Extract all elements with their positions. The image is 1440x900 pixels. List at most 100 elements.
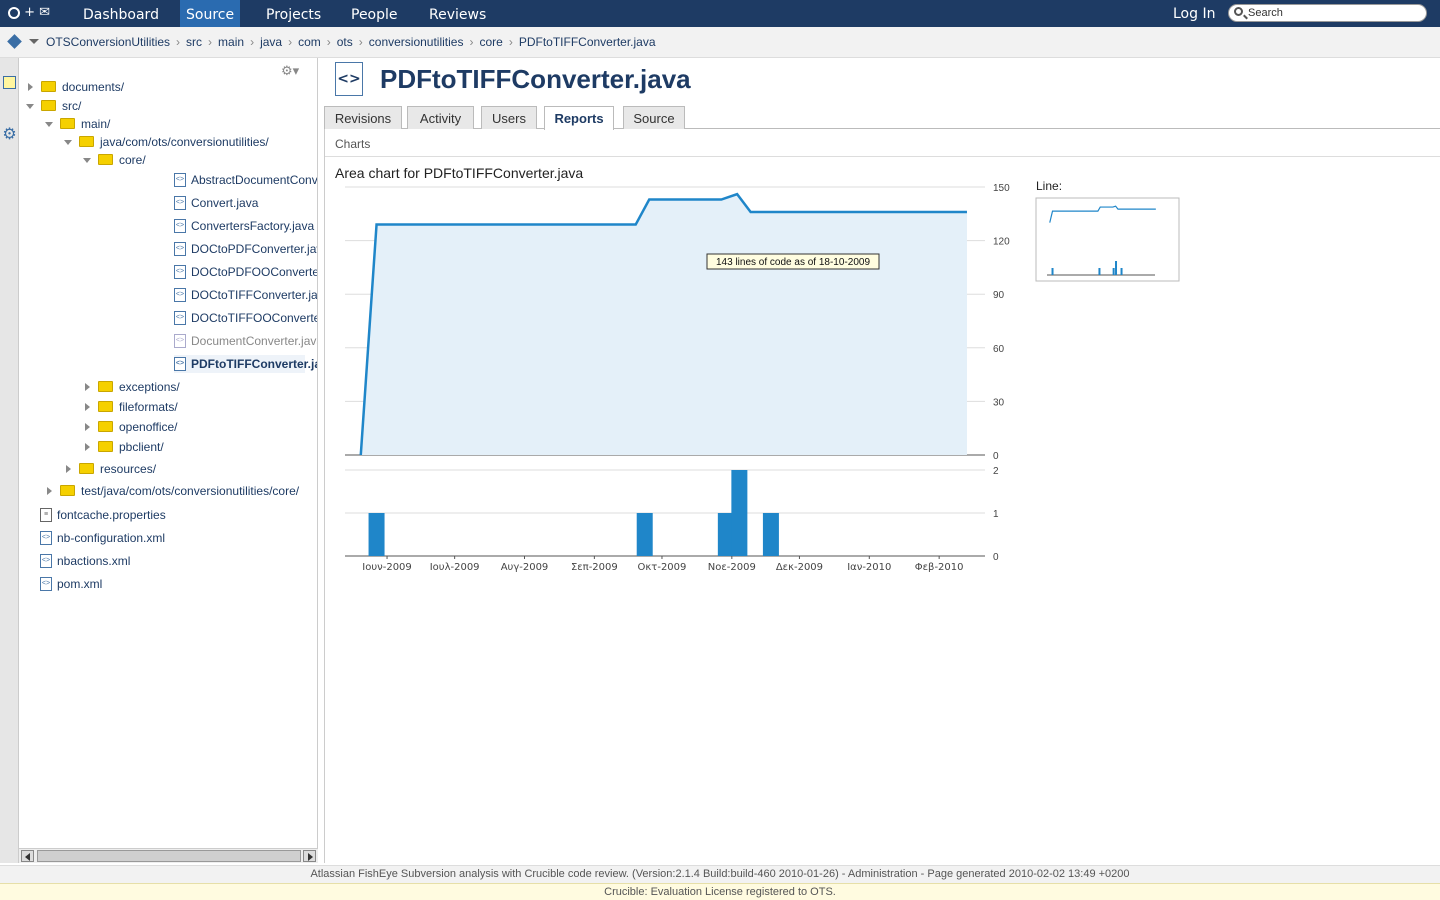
tab-reports[interactable]: Reports <box>544 106 614 130</box>
breadcrumb-item[interactable]: conversionutilities <box>369 35 464 49</box>
breadcrumb-item[interactable]: main <box>218 35 244 49</box>
tree-item-label: documents/ <box>62 80 125 94</box>
source-file-icon: <> <box>40 530 52 545</box>
x-tick-label: Ιουν-2009 <box>362 562 412 573</box>
expand-icon[interactable] <box>83 402 93 412</box>
expand-icon[interactable] <box>26 82 36 92</box>
expand-icon[interactable] <box>83 422 93 432</box>
tree-file[interactable]: <> pom.xml <box>40 575 102 593</box>
lines-of-code-chart[interactable]: 0306090120150143 lines of code as of 18-… <box>325 129 1440 689</box>
tab-source[interactable]: Source <box>623 106 685 129</box>
expand-icon[interactable] <box>64 464 74 474</box>
folder-icon <box>98 401 113 413</box>
tab-users[interactable]: Users <box>481 106 537 129</box>
collapse-icon[interactable] <box>83 155 93 165</box>
scroll-right-icon[interactable] <box>303 850 316 862</box>
tree-folder[interactable]: test/java/com/ots/conversionutilities/co… <box>45 482 299 500</box>
tree-file[interactable]: <> PDFtoTIFFConverter.java <box>174 355 317 373</box>
tree-item-label: DocumentConverter.java <box>191 334 318 348</box>
search-input[interactable] <box>1248 6 1418 20</box>
tree-options-gear-icon[interactable]: ⚙▾ <box>281 64 303 79</box>
tree-folder[interactable]: src/ <box>26 97 81 115</box>
tree-item-label: ConvertersFactory.java <box>191 219 315 233</box>
tree-folder[interactable]: openoffice/ <box>83 418 178 436</box>
tree-folder[interactable]: documents/ <box>26 78 124 96</box>
tree-folder[interactable]: fileformats/ <box>83 398 178 416</box>
tree-folder[interactable]: exceptions/ <box>83 378 180 396</box>
settings-gear-icon[interactable]: ⚙ <box>1 124 18 145</box>
tree-file[interactable]: <> DOCtoPDFOOConverter.java <box>174 263 317 281</box>
footer-info: Atlassian FishEye Subversion analysis wi… <box>0 865 1440 883</box>
breadcrumb-item[interactable]: core <box>479 35 502 49</box>
nav-reviews[interactable]: Reviews <box>423 0 492 27</box>
tree-file[interactable]: ≡ fontcache.properties <box>40 506 166 524</box>
thumbnail-bar <box>1112 268 1115 275</box>
folder-icon <box>60 118 75 130</box>
repository-dropdown-icon[interactable] <box>29 39 39 44</box>
thumbnail-bar <box>1098 268 1101 275</box>
source-file-icon: <> <box>174 218 186 233</box>
thumbnail-bar <box>1051 268 1054 275</box>
scroll-thumb[interactable] <box>37 850 301 862</box>
source-file-icon: <> <box>174 310 186 325</box>
folder-icon <box>98 381 113 393</box>
tree-file[interactable]: <> DOCtoPDFConverter.java <box>174 240 318 258</box>
tree-folder[interactable]: core/ <box>83 151 146 169</box>
page-title: PDFtoTIFFConverter.java <box>380 64 691 94</box>
breadcrumb-item[interactable]: java <box>260 35 282 49</box>
tree-file[interactable]: <> DOCtoTIFFOOConverter.java <box>174 309 317 327</box>
breadcrumb-item[interactable]: OTSConversionUtilities <box>46 35 170 49</box>
tree-item-label: DOCtoPDFConverter.java <box>191 242 318 256</box>
y-tick-label: 1 <box>993 509 999 520</box>
tree-folder[interactable]: resources/ <box>64 460 156 478</box>
nav-projects[interactable]: Projects <box>260 0 327 27</box>
tree-item-label: core/ <box>119 153 146 167</box>
breadcrumb-item[interactable]: ots <box>337 35 353 49</box>
breadcrumb-current[interactable]: PDFtoTIFFConverter.java <box>519 35 656 49</box>
collapse-icon[interactable] <box>64 137 74 147</box>
y-tick-label: 120 <box>993 237 1010 248</box>
tree-file[interactable]: <> AbstractDocumentConverter.java <box>174 171 317 189</box>
tree-item-label: fileformats/ <box>119 400 178 414</box>
tree-item-label: pom.xml <box>57 577 103 591</box>
nav-dashboard[interactable]: Dashboard <box>77 0 165 27</box>
tree-item-label: DOCtoTIFFConverter.java <box>191 288 318 302</box>
tree-file[interactable]: <> ConvertersFactory.java <box>174 217 314 235</box>
y-tick-label: 90 <box>993 290 1005 301</box>
tree-file[interactable]: <> nb-configuration.xml <box>40 529 165 547</box>
collapse-icon[interactable] <box>26 101 36 111</box>
folder-icon <box>79 463 94 475</box>
tab-revisions[interactable]: Revisions <box>324 106 402 129</box>
nav-source[interactable]: Source <box>180 0 241 27</box>
breadcrumb-item[interactable]: src <box>186 35 202 49</box>
source-file-icon: <> <box>174 241 186 256</box>
tree-file[interactable]: <> nbactions.xml <box>40 552 130 570</box>
tree-folder[interactable]: main/ <box>45 115 110 133</box>
folder-icon <box>98 154 113 166</box>
tree-file[interactable]: <> Convert.java <box>174 194 258 212</box>
folder-icon <box>41 81 56 93</box>
fisheye-logo-icon[interactable]: + ✉ <box>8 5 60 21</box>
collapse-icon[interactable] <box>45 119 55 129</box>
breadcrumb-item[interactable]: com <box>298 35 321 49</box>
tree-file[interactable]: <> DocumentConverter.java <box>174 332 318 350</box>
expand-icon[interactable] <box>83 382 93 392</box>
nav-people[interactable]: People <box>345 0 404 27</box>
thumbnail-bar <box>1115 261 1118 275</box>
side-toolstrip: ⚙ <box>0 58 19 863</box>
tree-horizontal-scrollbar[interactable] <box>19 848 318 863</box>
source-file-icon: <> <box>174 195 186 210</box>
tree-folder[interactable]: pbclient/ <box>83 438 164 456</box>
scroll-left-icon[interactable] <box>21 850 34 862</box>
repository-icon[interactable] <box>7 34 22 49</box>
tab-activity[interactable]: Activity <box>407 106 474 129</box>
tree-folder[interactable]: java/com/ots/conversionutilities/ <box>64 133 269 151</box>
expand-icon[interactable] <box>45 486 55 496</box>
thumbnail-bar <box>1120 268 1123 275</box>
area-fill <box>360 194 967 455</box>
tree-view-icon[interactable] <box>3 76 16 89</box>
folder-icon <box>98 421 113 433</box>
login-link[interactable]: Log In <box>1173 0 1215 28</box>
expand-icon[interactable] <box>83 442 93 452</box>
tree-file[interactable]: <> DOCtoTIFFConverter.java <box>174 286 318 304</box>
